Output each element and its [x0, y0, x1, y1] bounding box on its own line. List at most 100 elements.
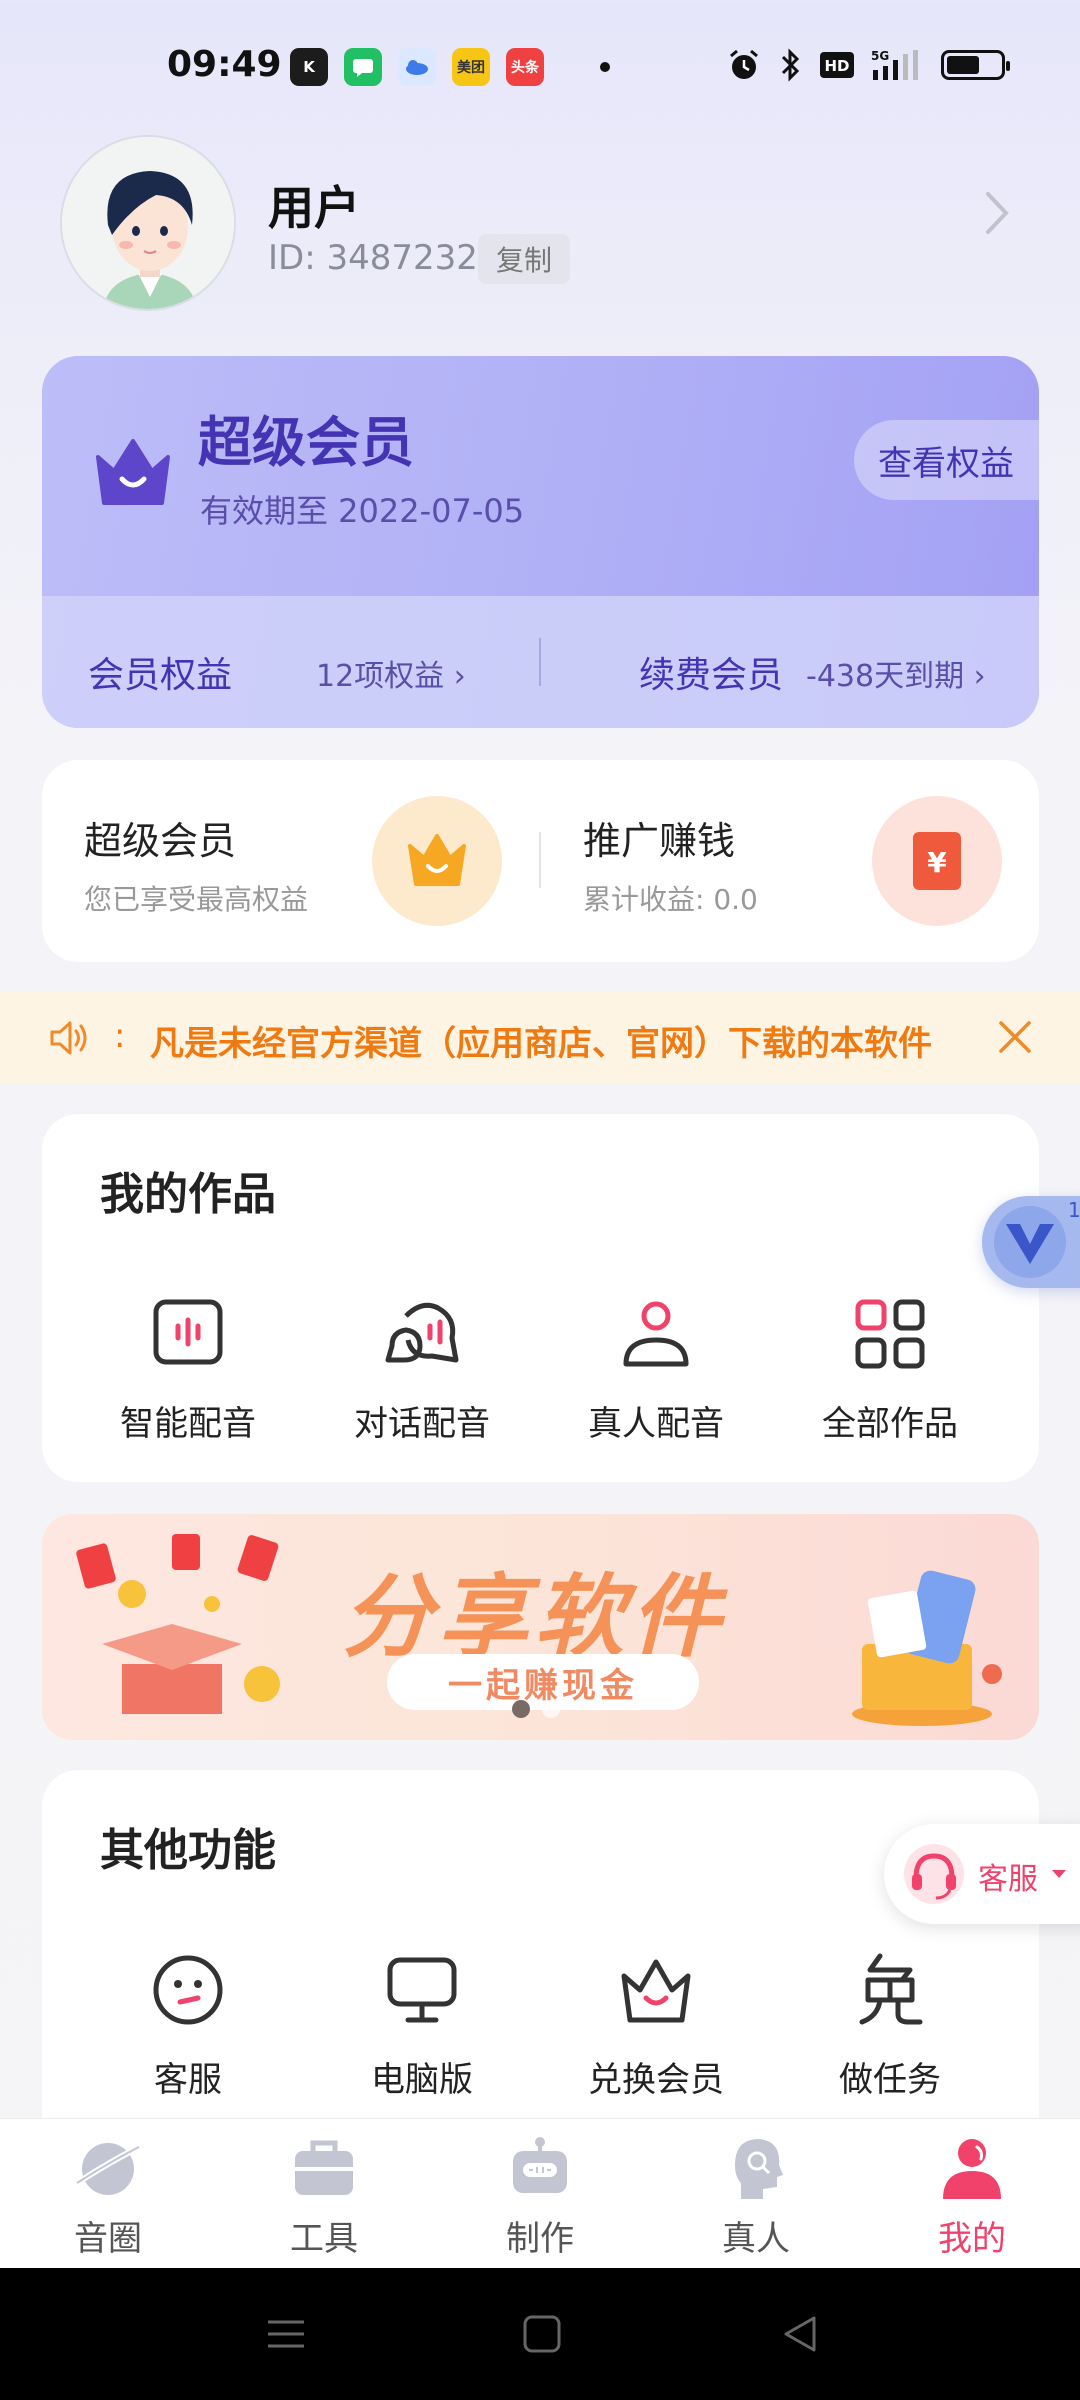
nav-human[interactable]: 真人 — [681, 2133, 831, 2260]
view-benefits-button[interactable]: 查看权益 — [854, 420, 1039, 500]
hd-icon: HD — [820, 52, 854, 78]
status-time: 09:49 — [167, 44, 282, 85]
vip-card-footer: 会员权益 12项权益 › 续费会员 -438天到期 › — [42, 596, 1039, 728]
meituan-app-icon: 美团 — [452, 48, 490, 86]
dialog-dubbing-item[interactable]: 对话配音 — [322, 1294, 522, 1445]
item-label: 智能配音 — [120, 1404, 256, 1444]
crown-icon — [96, 439, 170, 505]
carousel-dot[interactable] — [542, 1700, 560, 1718]
customer-service-item[interactable]: 客服 — [88, 1950, 288, 2101]
item-label: 兑换会员 — [588, 2060, 724, 2100]
my-works-title: 我的作品 — [100, 1169, 276, 1220]
toutiao-app-icon: 头条 — [506, 48, 544, 86]
robot-icon — [513, 2137, 567, 2193]
home-icon[interactable] — [522, 2314, 562, 2354]
promote-earn-subtitle: 累计收益: 0.0 — [583, 883, 758, 916]
battery-icon — [941, 50, 1010, 80]
crown-icon — [408, 834, 466, 886]
vip-expire-date: 有效期至 2022-07-05 — [200, 492, 525, 530]
notification-dot-icon — [600, 62, 610, 72]
item-label: 全部作品 — [822, 1404, 958, 1444]
monitor-icon — [387, 1957, 457, 2023]
item-label: 真人配音 — [588, 1404, 724, 1444]
nav-label: 音圈 — [74, 2219, 142, 2259]
nav-create[interactable]: 制作 — [465, 2133, 615, 2260]
human-head-icon — [735, 2139, 783, 2199]
briefcase-icon — [295, 2140, 353, 2195]
system-navigation-bar — [0, 2268, 1080, 2400]
carousel-dot-active[interactable] — [512, 1700, 530, 1718]
headset-icon — [904, 1844, 964, 1904]
floating-v-button[interactable]: 1 — [982, 1196, 1080, 1288]
user-id: ID: 3487232 — [268, 238, 478, 278]
cloud-app-icon — [398, 48, 436, 86]
alarm-icon — [730, 49, 758, 79]
free-icon — [859, 1953, 923, 2025]
human-dubbing-item[interactable]: 真人配音 — [556, 1294, 756, 1445]
share-banner[interactable]: 分享软件 一起赚现金 — [42, 1514, 1039, 1740]
close-icon[interactable] — [996, 1018, 1034, 1056]
member-benefits-label[interactable]: 会员权益 — [88, 646, 232, 698]
nav-yinquan[interactable]: 音圈 — [33, 2133, 183, 2260]
tasks-item[interactable]: 做任务 — [790, 1950, 990, 2101]
all-works-item[interactable]: 全部作品 — [790, 1294, 990, 1445]
v-logo-icon — [994, 1206, 1066, 1278]
promo-card: 超级会员 您已享受最高权益 推广赚钱 累计收益: 0.0 ¥ — [42, 760, 1039, 962]
nav-label: 真人 — [722, 2219, 790, 2259]
caret-down-icon — [1052, 1870, 1066, 1878]
bottom-nav: 音圈 工具 制作 真人 我的 — [0, 2118, 1080, 2268]
super-member-title[interactable]: 超级会员 — [84, 810, 236, 865]
bluetooth-icon — [781, 48, 800, 82]
signal-icon: 5G — [871, 49, 918, 80]
item-label: 客服 — [154, 2060, 222, 2100]
promote-earn-button[interactable]: ¥ — [872, 796, 1002, 926]
redeem-member-item[interactable]: 兑换会员 — [556, 1950, 756, 2101]
divider — [539, 832, 541, 888]
back-icon[interactable] — [780, 2314, 820, 2354]
smart-dubbing-item[interactable]: 智能配音 — [88, 1294, 288, 1445]
divider — [539, 638, 541, 686]
message-app-icon — [344, 48, 382, 86]
item-label: 对话配音 — [354, 1404, 490, 1444]
chevron-right-icon: › — [973, 659, 986, 694]
k-app-icon: K — [290, 48, 328, 86]
menu-icon[interactable] — [266, 2314, 306, 2354]
v-badge-count: 1 — [1068, 1198, 1080, 1222]
desktop-version-item[interactable]: 电脑版 — [322, 1950, 522, 2101]
item-label: 做任务 — [839, 2060, 941, 2100]
other-functions-title: 其他功能 — [100, 1825, 276, 1876]
chevron-right-icon[interactable] — [976, 188, 1016, 238]
speaker-icon — [50, 1021, 87, 1055]
nav-label: 制作 — [506, 2219, 574, 2259]
smart-dubbing-icon — [153, 1299, 223, 1365]
notice-text[interactable]: 凡是未经官方渠道（应用商店、官网）下载的本软件 — [150, 1016, 956, 1065]
user-name[interactable]: 用户 — [268, 172, 360, 238]
notice-bar: : 凡是未经官方渠道（应用商店、官网）下载的本软件 — [0, 992, 1080, 1084]
svg-text:HD: HD — [824, 57, 849, 75]
nav-label: 工具 — [290, 2219, 358, 2259]
status-app-icons: K 美团 头条 — [290, 48, 610, 86]
floating-service-button[interactable]: 客服 — [884, 1824, 1080, 1924]
super-member-subtitle: 您已享受最高权益 — [84, 883, 309, 916]
red-envelope-icon: ¥ — [913, 832, 961, 890]
vip-card[interactable]: 超级会员 有效期至 2022-07-05 查看权益 会员权益 12项权益 › 续… — [42, 356, 1039, 728]
copy-id-button[interactable]: 复制 — [478, 234, 570, 284]
renew-member-label[interactable]: 续费会员 — [639, 646, 783, 698]
benefits-count-link[interactable]: 12项权益 › — [316, 651, 466, 695]
renew-status-link[interactable]: -438天到期 › — [806, 651, 986, 695]
vip-title: 超级会员 — [198, 411, 414, 474]
nav-tools[interactable]: 工具 — [249, 2133, 399, 2260]
nav-mine[interactable]: 我的 — [897, 2133, 1047, 2260]
gift-box-illustration — [76, 1534, 280, 1714]
status-right-icons: HD 5G — [727, 48, 1010, 82]
avatar[interactable] — [60, 135, 236, 311]
promote-earn-title[interactable]: 推广赚钱 — [583, 810, 735, 865]
gift-phone-illustration — [852, 1570, 1002, 1726]
dialog-dubbing-icon — [385, 1302, 459, 1363]
svg-text:5G: 5G — [871, 49, 889, 63]
super-member-button[interactable] — [372, 796, 502, 926]
crown-icon — [621, 1959, 691, 2023]
notice-colon: : — [114, 1016, 126, 1056]
smile-face-icon — [153, 1955, 223, 2025]
nav-label: 我的 — [938, 2219, 1006, 2259]
